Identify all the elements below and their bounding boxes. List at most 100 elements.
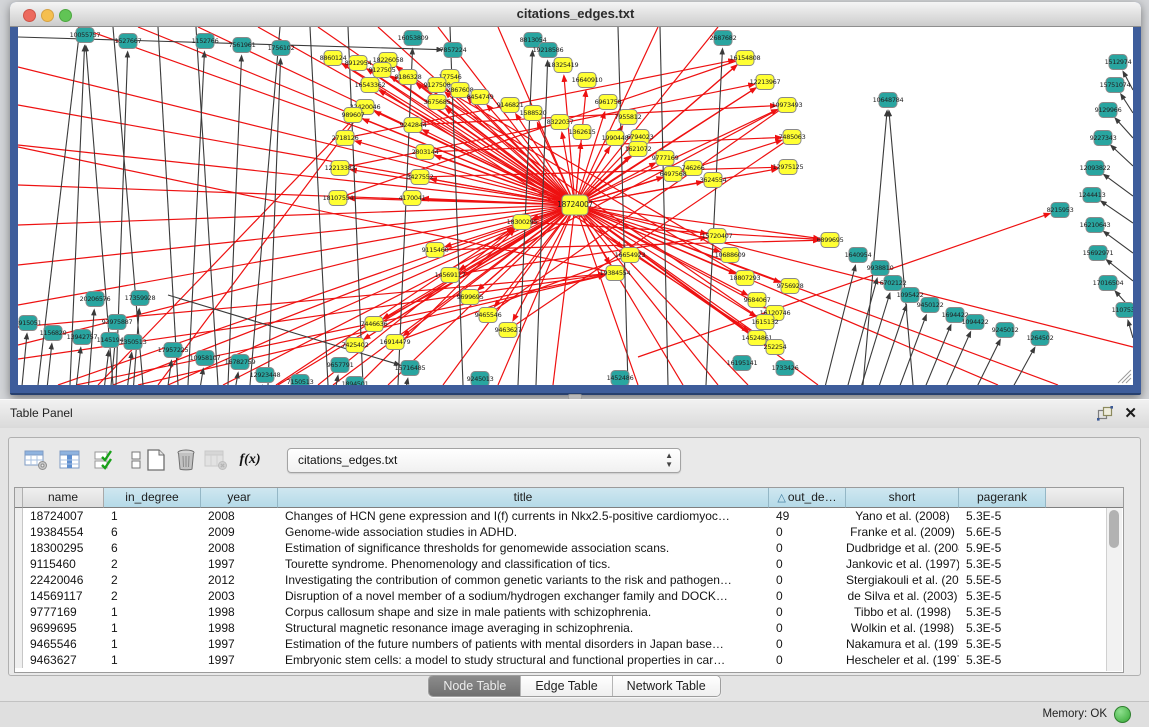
graph-node-label: 12213967 [750,78,781,86]
graph-node-label: 17359928 [125,294,156,302]
graph-node-label: 2687682 [710,34,737,42]
graph-node-label: 1264502 [1027,334,1054,342]
cell-short: Yano et al. (2008) [846,508,959,524]
table-row[interactable]: 2242004622012Investigating the contribut… [15,572,1123,588]
show-columns-icon[interactable] [57,446,83,474]
cell-pagerank: 5.3E-5 [959,604,1046,620]
cell-short: Nakamura et al. (1997) [846,636,959,652]
resize-grip-icon[interactable] [1118,370,1131,383]
cell-title: Changes of HCN gene expression and I(f) … [278,508,769,524]
cell-out_de: 49 [769,508,846,524]
graph-node-label: 9463627 [495,326,522,334]
graph-node-label: 1107533 [1112,306,1133,314]
column-header-year[interactable]: year [201,488,278,508]
cell-year: 2008 [201,540,278,556]
table-row[interactable]: 946362711997Embryonic stem cells: a mode… [15,652,1123,668]
row-header-strip [15,652,23,668]
row-header-strip [15,636,23,652]
graph-node-label: 10648784 [873,96,904,104]
select-all-icon[interactable] [91,446,117,474]
function-builder-icon[interactable]: f(x) [237,446,263,474]
cell-in_degree: 2 [104,572,201,588]
table-row[interactable]: 1872400712008Changes of HCN gene express… [15,508,1123,524]
network-window[interactable]: citations_edges.txt 18724007886012489129… [10,2,1141,395]
cell-year: 1997 [201,556,278,572]
cell-short: Wolkin et al. (1998) [846,620,959,636]
cell-short: Tibbo et al. (1998) [846,604,959,620]
graph-node-label: 1733426 [772,364,799,372]
cell-year: 2012 [201,572,278,588]
column-header-pagerank[interactable]: pagerank [959,488,1046,508]
cell-pagerank: 5.6E-5 [959,524,1046,540]
graph-node-label: 1615132 [752,318,779,326]
tab-network-table[interactable]: Network Table [613,676,720,696]
graph-node-label: 7446636 [361,320,388,328]
cell-year: 2009 [201,524,278,540]
close-panel-icon[interactable]: ✕ [1124,404,1137,422]
graph-node-label: 6961758 [595,98,622,106]
node-layer: 1872400788601248912954182260589127505818… [18,28,1133,386]
cell-out_de: 0 [769,636,846,652]
graph-node-label: 6497568 [660,170,687,178]
graph-node-label: 9146821 [497,101,524,109]
graph-node-label: 1512974 [1105,58,1132,66]
column-header-in_degree[interactable]: in_degree [104,488,201,508]
cell-year: 1997 [201,636,278,652]
status-bar: Memory: OK [0,701,1149,727]
cell-title: Estimation of significance thresholds fo… [278,540,769,556]
memory-ok-indicator[interactable] [1114,706,1131,723]
column-header-name[interactable]: name [23,488,104,508]
table-row[interactable]: 1938455462009Genome-wide association stu… [15,524,1123,540]
graph-node-label: 18300295 [507,218,538,226]
graph-node-label: 13942757 [67,333,98,341]
cell-title: Investigating the contribution of common… [278,572,769,588]
table-row[interactable]: 1830029562008Estimation of significance … [15,540,1123,556]
table-row[interactable]: 969969511998Structural magnetic resonanc… [15,620,1123,636]
cell-in_degree: 1 [104,620,201,636]
table-row[interactable]: 911546021997Tourette syndrome. Phenomeno… [15,556,1123,572]
column-header-out_de[interactable]: △out_de… [769,488,846,508]
table-select-dropdown[interactable]: citations_edges.txt ▲▼ [287,448,681,473]
network-canvas[interactable]: 1872400788601248912954182260589127505818… [18,27,1133,385]
graph-node-label: 19384554 [600,269,631,277]
cell-name: 14569117 [23,588,104,604]
graph-node-label: 9756928 [777,282,804,290]
cell-in_degree: 1 [104,652,201,668]
sort-ascending-icon: △ [777,492,785,504]
graph-node-label: 7561961 [229,41,256,49]
table-row[interactable]: 946554611997Estimation of the future num… [15,636,1123,652]
cell-title: Genome-wide association studies in ADHD. [278,524,769,540]
column-header-title[interactable]: title [278,488,769,508]
table-tabs: Node TableEdge TableNetwork Table [0,675,1149,697]
table-row[interactable]: 1456911722003Disruption of a novel membe… [15,588,1123,604]
float-window-icon[interactable] [1097,406,1113,422]
graph-node-label: 8322037 [547,118,574,126]
cell-name: 19384554 [23,524,104,540]
graph-node-label: 1244413 [1079,191,1106,199]
tab-edge-table[interactable]: Edge Table [521,676,612,696]
graph-node-label: 4170041 [399,194,426,202]
column-header-short[interactable]: short [846,488,959,508]
graph-node-label: 16195141 [727,359,758,367]
new-column-icon[interactable] [143,446,169,474]
graph-node-label: 10973493 [772,101,803,109]
cell-in_degree: 1 [104,508,201,524]
tab-node-table[interactable]: Node Table [429,676,521,696]
change-table-mode-icon[interactable] [23,446,49,474]
network-window-titlebar[interactable]: citations_edges.txt [10,2,1141,27]
cell-pagerank: 5.3E-5 [959,620,1046,636]
cell-in_degree: 2 [104,556,201,572]
graph-node-label: 17016504 [1093,279,1124,287]
cell-year: 1998 [201,620,278,636]
table-scrollbar-thumb[interactable] [1109,510,1119,548]
graph-node-label: 9115460 [422,246,449,254]
delete-column-icon[interactable] [173,446,199,474]
node-table: namein_degreeyeartitle△out_de…shortpager… [14,487,1124,673]
citation-graph[interactable]: 1872400788601248912954182260589127505818… [18,27,1133,385]
cell-pagerank: 5.3E-5 [959,556,1046,572]
table-browser: f(x) citations_edges.txt ▲▼ namein_degre… [8,437,1141,676]
table-scrollbar[interactable] [1106,508,1122,671]
cell-name: 9699695 [23,620,104,636]
graph-node-label: 9699695 [457,293,484,301]
table-row[interactable]: 977716911998Corpus callosum shape and si… [15,604,1123,620]
